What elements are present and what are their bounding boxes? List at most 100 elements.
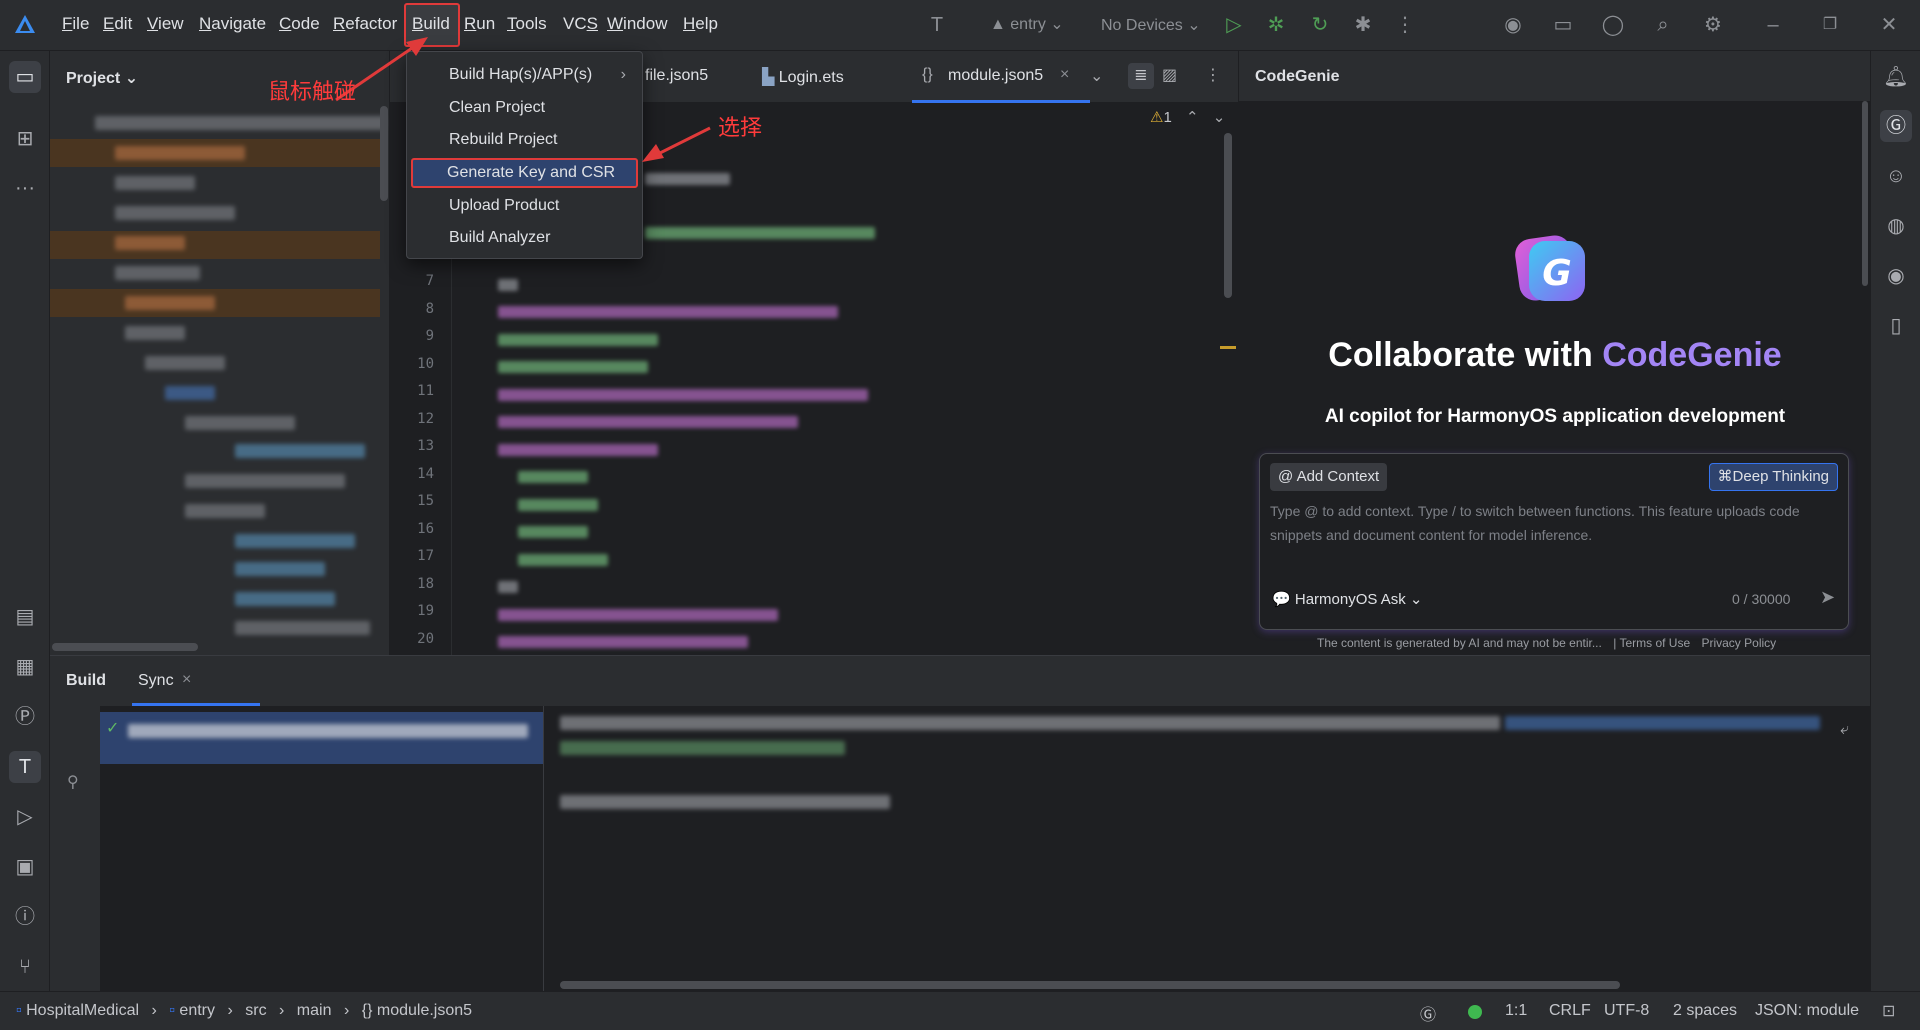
tree-row[interactable] [185,504,265,518]
line-ending[interactable]: CRLF [1549,1002,1591,1020]
restore-icon[interactable]: ❐ [1817,12,1843,38]
project-panel-title[interactable]: Project ⌄ [66,68,138,88]
warning-indicator[interactable]: ⚠1 ⌃ ⌄ [1150,108,1225,126]
more-vertical-icon[interactable]: ⋮ [1205,65,1221,85]
menu-file[interactable]: File [62,14,89,34]
output-horizontal-scrollbar[interactable] [560,981,1620,989]
menu-view[interactable]: View [147,14,184,34]
menu-item-upload-product[interactable]: Upload Product [411,191,638,221]
add-context-button[interactable]: @ Add Context [1270,463,1388,491]
project-folder-icon[interactable]: ▭ [9,61,41,93]
chevron-up-icon[interactable]: ⌃ [1186,109,1199,126]
tree-row[interactable] [235,534,355,548]
breadcrumb-item[interactable]: entry [179,1002,215,1019]
terminal-icon[interactable]: ▣ [9,851,41,883]
folder-search-icon[interactable]: ▭ [1550,12,1576,38]
chat-input-box[interactable]: @ Add Context ⌘Deep Thinking Type @ to a… [1259,453,1849,630]
codegenie-scrollbar[interactable] [1862,101,1868,286]
tree-row[interactable] [125,326,185,340]
device-preview-icon[interactable]: ▯ [1880,310,1912,342]
deep-thinking-toggle[interactable]: ⌘Deep Thinking [1708,463,1838,491]
tree-row[interactable] [145,356,225,370]
close-tab-icon[interactable]: × [1060,66,1069,84]
more-horizontal-icon[interactable]: ··· [9,172,41,204]
tree-row[interactable] [115,176,195,190]
breadcrumb-item[interactable]: module.json5 [377,1002,472,1019]
profiler-icon[interactable]: ✱ [1350,12,1376,38]
cursor-position[interactable]: 1:1 [1505,1002,1527,1020]
menu-edit[interactable]: Edit [103,14,132,34]
close-icon[interactable]: ✕ [1876,12,1902,38]
menu-item-build-analyzer[interactable]: Build Analyzer [411,223,638,253]
account-icon[interactable]: ◯ [1600,12,1626,38]
send-icon[interactable]: ➤ [1820,587,1835,608]
globe-icon[interactable]: ◍ [1880,210,1912,242]
tree-row[interactable] [165,386,215,400]
horizontal-scrollbar[interactable] [52,643,198,651]
search-icon[interactable]: ⌕ [1650,12,1676,38]
tab-build[interactable]: Build [66,672,106,690]
breadcrumb-item[interactable]: main [297,1002,332,1019]
tree-row-highlight[interactable] [50,289,380,317]
tree-row[interactable] [235,592,335,606]
build-tree-selected-row[interactable]: ✓ [100,712,543,764]
problems-icon[interactable]: ⓘ [9,901,41,933]
mode-selector[interactable]: 💬 HarmonyOS Ask ⌄ [1272,590,1422,608]
run-config-selector[interactable]: ▲ entry ⌄ [990,14,1064,34]
chat-input-placeholder[interactable]: Type @ to add context. Type / to switch … [1270,499,1840,547]
tree-row[interactable] [115,146,245,160]
indent-setting[interactable]: 2 spaces [1673,1002,1737,1020]
build-output-link[interactable] [1505,716,1820,730]
run-services-icon[interactable]: ▷ [9,801,41,833]
build-hammer-icon[interactable]: T [924,12,950,38]
minimize-icon[interactable]: – [1760,12,1786,38]
terms-link[interactable]: | Terms of Use [1613,636,1690,650]
notifications-bell-icon[interactable]: 🔔︎ [1880,61,1912,93]
more-vertical-icon[interactable]: ⋮ [1392,12,1418,38]
tree-row[interactable] [235,444,365,458]
privacy-link[interactable]: Privacy Policy [1701,636,1776,650]
breadcrumb-item[interactable]: HospitalMedical [26,1002,139,1019]
restart-icon[interactable]: ↻ [1307,12,1333,38]
build-tool-icon[interactable]: T [9,751,41,783]
target-icon[interactable]: ◉ [1500,12,1526,38]
tab-module-json5[interactable]: {} module.json5 × [912,51,1090,103]
file-encoding[interactable]: UTF-8 [1604,1002,1649,1020]
tree-row[interactable] [125,296,215,310]
device-selector[interactable]: No Devices ⌄ [1101,15,1201,35]
git-branch-icon[interactable]: ⑂ [9,951,41,983]
todo-icon[interactable]: ▤ [9,601,41,633]
robot-icon[interactable]: ☺ [1880,160,1912,192]
tree-row[interactable] [185,416,295,430]
status-green-dot[interactable] [1468,1005,1482,1019]
codegenie-status-icon[interactable]: Ⓖ [1420,1001,1436,1025]
tree-row[interactable] [115,206,235,220]
breadcrumb-item[interactable]: src [245,1002,266,1019]
debug-icon[interactable]: ✲ [1263,12,1289,38]
reader-mode-icon[interactable]: ≣ [1128,63,1154,89]
tree-row[interactable] [185,474,345,488]
table-icon[interactable]: ▦ [9,651,41,683]
menu-code[interactable]: Code [279,14,320,34]
tree-row[interactable] [235,621,370,635]
file-type[interactable]: JSON: module [1755,1002,1859,1020]
structure-icon[interactable]: ⊞ [9,123,41,155]
tree-row[interactable] [115,236,185,250]
warning-marker[interactable] [1220,346,1236,349]
tab-login-ets[interactable]: ▙ Login.ets [762,67,844,87]
chevron-down-icon[interactable]: ⌄ [1213,109,1226,126]
menu-navigate[interactable]: Navigate [199,14,266,34]
profiler-p-icon[interactable]: Ⓟ [9,701,41,733]
soft-wrap-icon[interactable]: ⤶ [1840,721,1849,739]
eye-icon[interactable]: ◉ [1880,260,1912,292]
codegenie-g-icon[interactable]: Ⓖ [1880,110,1912,142]
tree-row-highlight[interactable] [50,231,380,259]
tab-sync[interactable]: Sync × [132,656,260,706]
tree-row[interactable] [235,562,325,576]
run-icon[interactable]: ▷ [1221,12,1247,38]
preview-icon[interactable]: ▨ [1162,65,1177,85]
close-tab-icon[interactable]: × [182,671,191,689]
pin-icon[interactable]: ⚲ [67,772,79,792]
lock-icon[interactable]: ⊡ [1882,1001,1895,1021]
tree-row[interactable] [115,266,200,280]
